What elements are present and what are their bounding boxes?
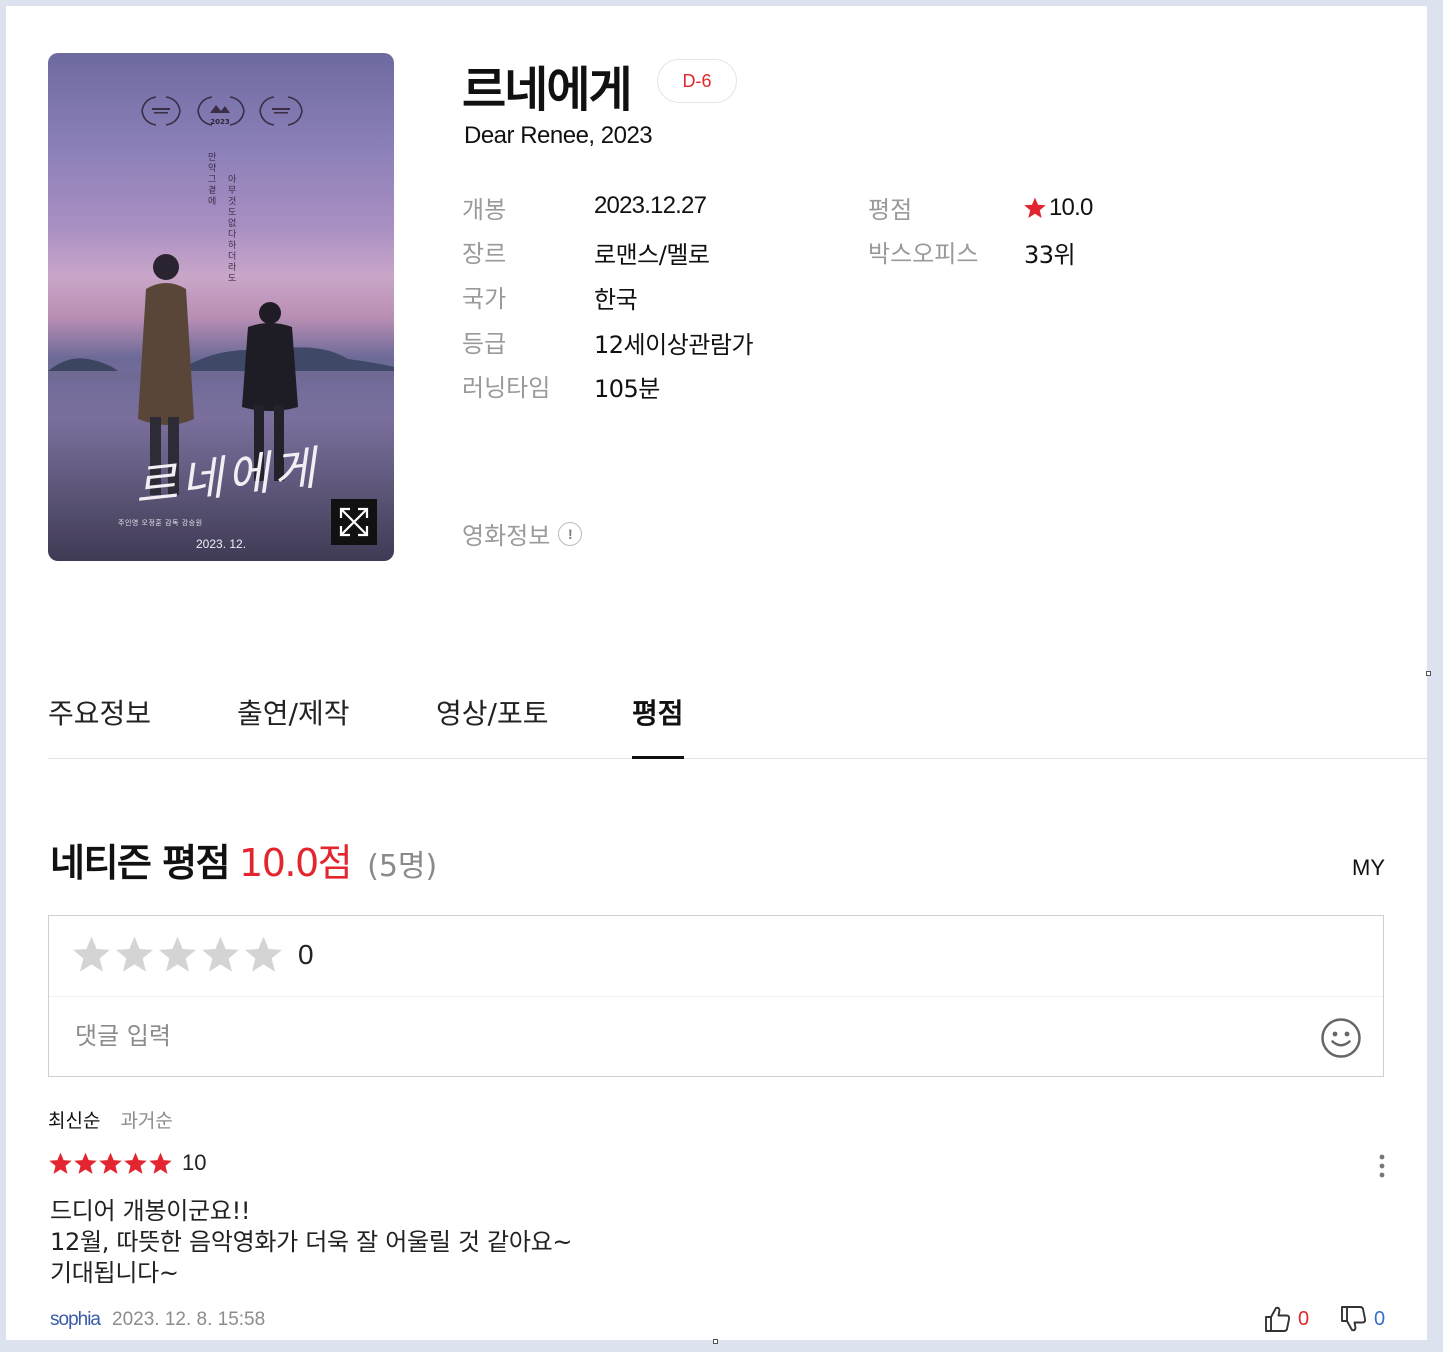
empty-star-icon[interactable] — [114, 934, 155, 975]
tab-bar: 주요정보 출연/제작 영상/포토 평점 — [48, 690, 1427, 759]
festival-laurels-icon: 2023 — [141, 96, 303, 126]
info-value-genre: 로맨스/멜로 — [594, 241, 710, 269]
thumbs-down-icon — [1341, 1306, 1367, 1332]
poster-tagline-2: 아무것도 없다 하더라도 — [228, 175, 237, 284]
ratings-heading-label: 네티즌 평점 — [50, 841, 231, 885]
movie-info-link[interactable]: 영화정보 ! — [462, 516, 583, 551]
review-meta: sophia 2023. 12. 8. 15:58 — [50, 1309, 265, 1331]
info-label-runtime: 러닝타임 — [462, 374, 551, 402]
ratings-heading: 네티즌 평점 10.0점 (5명) — [50, 832, 437, 887]
review-date: 2023. 12. 8. 15:58 — [112, 1309, 266, 1330]
info-label-country: 국가 — [462, 285, 507, 313]
info-value-release: 2023.12.27 — [594, 192, 707, 219]
poster-credits: 주인영 오정훈 감독 강승원 — [118, 519, 203, 527]
red-star-icon — [1024, 197, 1046, 218]
filled-star-icon — [124, 1152, 147, 1174]
empty-star-icon[interactable] — [243, 934, 284, 975]
filled-star-icon — [49, 1152, 72, 1174]
empty-star-icon[interactable] — [200, 934, 241, 975]
tab-cast-crew[interactable]: 출연/제작 — [237, 690, 349, 759]
dislike-button[interactable]: 0 — [1338, 1304, 1385, 1334]
review-star-rating: 10 — [48, 1150, 206, 1176]
write-box-divider — [49, 996, 1383, 997]
movie-subtitle: Dear Renee, 2023 — [464, 122, 653, 149]
like-button[interactable]: 0 — [1262, 1304, 1309, 1334]
info-value-boxoffice: 33위 — [1024, 241, 1076, 269]
poster-island-art — [48, 347, 394, 381]
expand-icon — [339, 507, 369, 537]
poster-tagline-1: 만약 그 곁에 — [208, 153, 217, 207]
tab-video-photo[interactable]: 영상/포토 — [436, 690, 548, 759]
info-value-country: 한국 — [594, 286, 638, 314]
info-label-release: 개봉 — [462, 196, 507, 224]
comment-input[interactable] — [75, 1016, 1275, 1056]
tab-main-info[interactable]: 주요정보 — [48, 690, 151, 759]
poster-date: 2023. 12. — [196, 537, 247, 551]
star-rating-input[interactable]: 0 — [71, 934, 314, 975]
sort-latest[interactable]: 최신순 — [48, 1106, 100, 1133]
dislike-count: 0 — [1374, 1307, 1386, 1330]
info-circle-icon[interactable]: ! — [558, 521, 583, 546]
sort-options: 최신순 과거순 — [48, 1106, 173, 1133]
empty-star-icon[interactable] — [71, 934, 112, 975]
emoji-smiley-icon[interactable] — [1319, 1016, 1363, 1060]
info-label-score: 평점 — [868, 196, 913, 224]
info-label-rating-grade: 등급 — [462, 330, 507, 358]
resize-handle-right[interactable] — [1426, 671, 1431, 676]
tab-ratings[interactable]: 평점 — [632, 690, 684, 759]
movie-title: 르네에게 — [462, 62, 633, 118]
info-label-genre: 장르 — [462, 240, 507, 268]
filled-star-icon — [99, 1152, 122, 1174]
info-value-runtime: 105분 — [594, 375, 660, 403]
info-score-group: 10.0 — [1023, 194, 1093, 222]
review-text: 드디어 개봉이군요!! 12월, 따뜻한 음악영화가 더욱 잘 어울릴 것 같아… — [50, 1197, 573, 1287]
thumbs-up-icon — [1265, 1306, 1291, 1332]
star-input-value: 0 — [298, 938, 314, 970]
resize-handle-bottom[interactable] — [713, 1339, 718, 1344]
poster-expand-button[interactable] — [331, 499, 377, 545]
sort-oldest[interactable]: 과거순 — [120, 1106, 172, 1133]
movie-info-label: 영화정보 — [462, 522, 551, 550]
movie-poster[interactable]: 2023 만약 그 곁에 아무것도 없다 하더라도 르네에게 주인영 오정훈 감… — [48, 53, 394, 561]
like-count: 0 — [1298, 1307, 1310, 1330]
my-ratings-link[interactable]: MY — [1352, 855, 1385, 881]
info-value-rating-grade: 12세이상관람가 — [594, 331, 754, 359]
filled-star-icon — [149, 1152, 172, 1174]
ratings-count: (5명) — [367, 849, 438, 884]
rating-write-box: 0 — [48, 915, 1384, 1077]
more-options-icon[interactable] — [1372, 1152, 1392, 1180]
laurel-year: 2023 — [210, 118, 230, 126]
dday-badge: D-6 — [657, 59, 737, 103]
filled-star-icon — [74, 1152, 97, 1174]
info-label-boxoffice: 박스오피스 — [868, 240, 979, 268]
movie-detail-page: 2023 만약 그 곁에 아무것도 없다 하더라도 르네에게 주인영 오정훈 감… — [6, 6, 1427, 1340]
info-value-score: 10.0 — [1049, 194, 1093, 221]
review-author[interactable]: sophia — [50, 1309, 101, 1331]
ratings-average-score: 10.0점 — [239, 841, 353, 885]
empty-star-icon[interactable] — [157, 934, 198, 975]
review-score: 10 — [182, 1150, 207, 1175]
